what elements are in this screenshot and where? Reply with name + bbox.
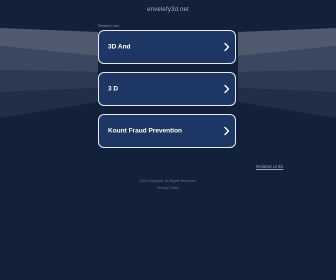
related-link-label: 3D And [108, 43, 131, 51]
related-link-3d-and[interactable]: 3D And [98, 30, 236, 64]
chevron-right-icon [224, 84, 230, 94]
chevron-right-icon [224, 126, 230, 136]
domain-title: envelefy3d.net [147, 7, 189, 13]
chevron-right-icon [224, 42, 230, 52]
related-link-label: 3 D [108, 85, 119, 93]
related-link-label: Kount Fraud Prevention [108, 127, 183, 135]
footer-copyright: 2024 Copyright. All Rights Reserved. [139, 179, 197, 183]
footer-privacy-link[interactable]: Privacy Policy [0, 186, 336, 190]
related-link-kount-fraud-prevention[interactable]: Kount Fraud Prevention [98, 114, 236, 148]
related-searches-label: Related Links [98, 24, 120, 28]
related-link-3-d[interactable]: 3 D [98, 72, 236, 106]
related-searches-link[interactable]: Related Links [256, 164, 283, 169]
